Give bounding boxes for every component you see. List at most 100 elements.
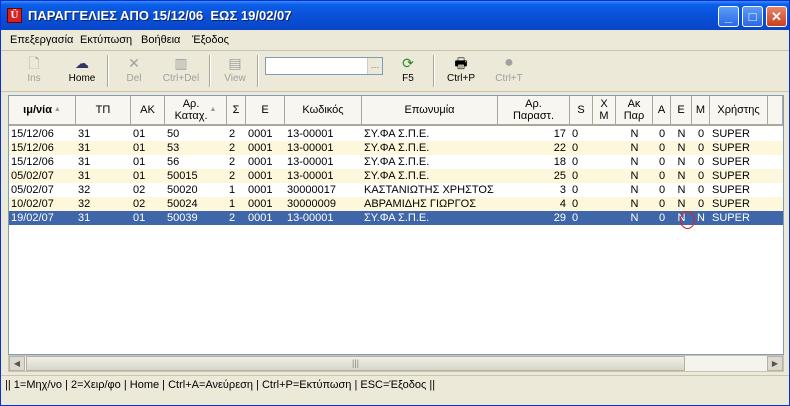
cell-doc-type: 32 [78,198,91,210]
toolbar-separator [209,55,211,87]
sort-arrow-icon: ▲ [207,106,217,113]
cell-user: SUPER [712,128,750,140]
cell-s2: 0 [572,184,579,196]
cell-doc-type: 31 [78,170,91,182]
cell-date: 15/12/06 [11,128,54,140]
refresh-button[interactable]: ⟳ F5 [393,53,423,89]
search-combo[interactable]: … [265,57,383,75]
column-header-akpar[interactable]: Ακ Παρ [616,96,653,126]
cell-akpar: N [630,184,639,196]
table-row[interactable]: 15/12/06 31 01 53 2 0001 13-00001 ΣΥ.ΦΑ Σ.Π.Ε. 2… [9,141,783,155]
cell-e: 0001 [248,128,273,140]
cell-user: SUPER [712,170,750,182]
table-row[interactable]: 15/12/06 31 01 50 2 0001 13-00001 ΣΥ.ΦΑ Σ.Π.Ε. 1… [9,127,783,141]
menu-print[interactable]: Εκτύπωση [80,34,132,46]
cell-a: 0 [658,184,666,196]
home-button[interactable]: ☁ Home [61,53,103,89]
column-header-entry-no[interactable]: Αρ. Καταχ. ▲ [165,96,227,126]
table-row[interactable]: 05/02/07 31 01 50015 2 0001 13-00001 ΣΥ.ΦΑ Σ.Π.… [9,169,783,183]
column-header-a[interactable]: Α [653,96,671,126]
menu-help[interactable]: Βοήθεια [141,34,180,46]
sort-arrow-icon: ▲ [51,106,61,113]
horizontal-scrollbar[interactable]: ◀ ||| ▶ [8,355,784,372]
ctrl-t-button[interactable]: ● Ctrl+T [489,53,529,89]
cell-entry-no: 56 [167,156,180,168]
table-row[interactable]: 10/02/07 32 02 50024 1 0001 30000009 ΑΒΡΑΜΙΔΗΣ … [9,197,783,211]
menu-edit[interactable]: Επεξεργασία [10,34,73,46]
app-logo-icon[interactable]: Ü [7,8,22,23]
cell-s2: 0 [572,156,579,168]
cell-items: 3 [559,184,566,196]
cell-akpar: N [630,156,639,168]
column-header-m[interactable]: Μ [692,96,710,126]
orders-grid[interactable]: ιμ/νία ▲ ΤΠ ΑΚ Αρ. Καταχ. ▲ Σ Ε Κωδικός Επωνυμί… [8,95,784,355]
trash-icon: ▥ [174,55,188,71]
scroll-right-icon[interactable]: ▶ [767,356,783,371]
cell-s2: 0 [572,198,579,210]
column-header-filler[interactable] [768,96,783,126]
column-header-items[interactable]: Αρ. Παραστ. [498,96,570,126]
column-header-s[interactable]: Σ [227,96,246,126]
cell-m: 0 [697,198,705,210]
cell-code: 30000009 [287,198,336,210]
cell-items: 22 [553,142,566,154]
column-header-date[interactable]: ιμ/νία ▲ [9,96,76,126]
print-button[interactable]: 🖶 Ctrl+P [441,53,481,89]
close-button[interactable]: ✕ [766,6,787,27]
view-button[interactable]: ▤ View [217,53,253,89]
cell-branch: 01 [133,142,146,154]
cell-akpar: N [630,170,639,182]
cell-entry-no: 50 [167,128,180,140]
minimize-button[interactable]: _ [718,6,739,27]
column-header-branch[interactable]: ΑΚ [131,96,165,126]
column-header-doc-type[interactable]: ΤΠ [76,96,131,126]
column-header-s2[interactable]: S [570,96,593,126]
cell-a: 0 [658,212,666,224]
cell-items: 18 [553,156,566,168]
delete-icon: ✕ [128,55,140,71]
column-header-code[interactable]: Κωδικός [285,96,362,126]
column-header-e[interactable]: Ε [246,96,285,126]
column-header-user[interactable]: Χρήστης [710,96,768,126]
cell-user: SUPER [712,156,750,168]
delete-button[interactable]: ✕ Del [116,53,152,89]
table-row[interactable]: 15/12/06 31 01 56 2 0001 13-00001 ΣΥ.ΦΑ Σ.Π.Ε. 1… [9,155,783,169]
ctrl-t-label: Ctrl+T [495,73,523,84]
cell-s2: 0 [572,128,579,140]
print-label: Ctrl+P [446,73,476,84]
cell-code: 13-00001 [287,170,334,182]
cell-date: 05/02/07 [11,184,54,196]
cell-e2: N [677,156,686,168]
column-header-name[interactable]: Επωνυμία [362,96,498,126]
cell-code: 13-00001 [287,128,334,140]
cell-s: 2 [229,170,236,182]
column-header-e2[interactable]: Ε [671,96,692,126]
table-row[interactable]: 19/02/07 31 01 50039 2 0001 13-00001 ΣΥ.ΦΑ Σ.Π.… [9,211,783,225]
cell-a: 0 [658,128,666,140]
status-bar: || 1=Μηχ/νο | 2=Χειρ/φο | Home | Ctrl+A=… [1,375,789,393]
cell-e2: N [677,184,686,196]
title-bar[interactable]: Ü ΠΑΡΑΓΓΕΛΙΕΣ ΑΠΟ 15/12/06 ΕΩΣ 19/02/07 … [1,1,789,30]
menu-exit[interactable]: Έξοδος [192,34,229,46]
cell-items: 17 [553,128,566,140]
scroll-left-icon[interactable]: ◀ [9,356,25,371]
cell-s2: 0 [572,142,579,154]
insert-button[interactable]: 🗋 Ins [15,53,53,89]
ctrl-delete-label: Ctrl+Del [162,73,200,84]
menu-bar: Επεξεργασία Εκτύπωση Βοήθεια Έξοδος [1,30,789,51]
scroll-thumb[interactable]: ||| [26,356,685,371]
cell-doc-type: 31 [78,212,91,224]
column-header-xm[interactable]: Χ Μ [593,96,616,126]
maximize-button[interactable]: □ [742,6,763,27]
cell-items: 29 [553,212,566,224]
cell-s: 1 [229,184,236,196]
ellipsis-icon[interactable]: … [367,58,382,74]
circle-icon: ● [504,54,514,71]
cell-user: SUPER [712,184,750,196]
cell-s: 1 [229,198,236,210]
table-row[interactable]: 05/02/07 32 02 50020 1 0001 30000017 ΚΑΣΤΑΝΙΩΤΗ… [9,183,783,197]
cell-branch: 02 [133,184,146,196]
highlight-circle [680,211,695,229]
ctrl-delete-button[interactable]: ▥ Ctrl+Del [158,53,204,89]
cell-e2: N [677,142,686,154]
